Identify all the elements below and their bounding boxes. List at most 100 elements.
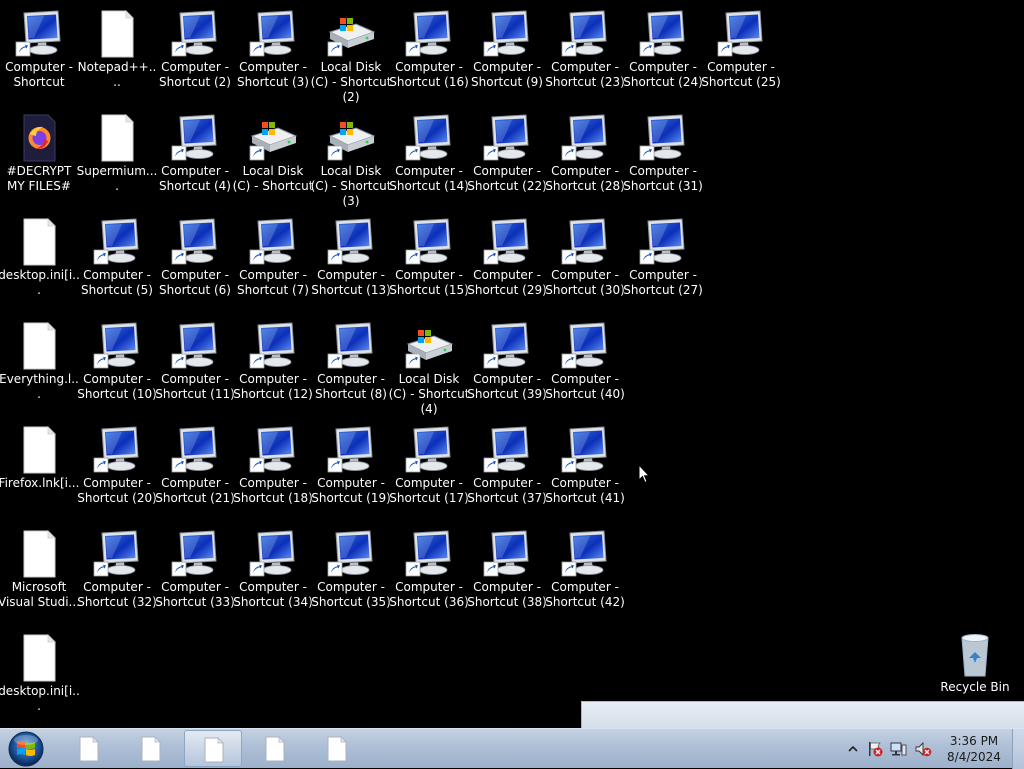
desktop-icon-desktop-ini-i[interactable]: desktop.ini[i...	[0, 634, 80, 734]
desktop-icon-computer-shortcut-20[interactable]: Computer - Shortcut (20)	[77, 426, 157, 526]
blank-file-icon	[14, 426, 64, 474]
desktop-icon-computer-shortcut-29[interactable]: Computer - Shortcut (29)	[467, 218, 547, 318]
desktop-icon-computer-shortcut-8[interactable]: Computer - Shortcut (8)	[312, 322, 390, 422]
desktop-icon-decrypt-my-files[interactable]: #DECRYPT MY FILES#	[0, 114, 78, 214]
document-icon	[139, 736, 163, 762]
desktop-icon-computer-shortcut-4[interactable]: Computer - Shortcut (4)	[156, 114, 234, 214]
start-button[interactable]	[6, 730, 46, 768]
desktop-icon-computer-shortcut-10[interactable]: Computer - Shortcut (10)	[77, 322, 157, 422]
desktop-icon-computer-shortcut-22[interactable]: Computer - Shortcut (22)	[467, 114, 547, 214]
desktop-icon-local-disk-c-shortcut-2[interactable]: Local Disk (C) - Shortcut (2)	[310, 10, 392, 110]
desktop-icon-computer-shortcut-11[interactable]: Computer - Shortcut (11)	[155, 322, 235, 422]
desktop-icon-computer-shortcut-31[interactable]: Computer - Shortcut (31)	[623, 114, 703, 214]
desktop-icon-computer-shortcut[interactable]: Computer - Shortcut	[0, 10, 78, 110]
desktop-icon-label: Local Disk (C) - Shortcut	[232, 164, 314, 193]
desktop-icon-label: Local Disk (C) - Shortcut (2)	[310, 60, 392, 104]
desktop-icon-label: Computer - Shortcut (24)	[623, 60, 703, 89]
desktop-icon-computer-shortcut-23[interactable]: Computer - Shortcut (23)	[545, 10, 625, 110]
taskbar-button-2[interactable]	[122, 730, 180, 767]
show-desktop-button[interactable]	[1012, 729, 1024, 769]
desktop-icon-computer-shortcut-19[interactable]: Computer - Shortcut (19)	[311, 426, 391, 526]
action-center-flag-error-icon[interactable]	[866, 740, 884, 758]
firefox-document-icon	[14, 114, 64, 162]
recycle-bin-icon	[950, 630, 1000, 678]
desktop-icon-firefox-lnk-i[interactable]: Firefox.lnk[i...	[0, 426, 79, 526]
computer-shortcut-icon	[170, 322, 220, 370]
desktop-icon-label: Computer - Shortcut (6)	[159, 268, 231, 297]
desktop-icon-supermium[interactable]: Supermium....	[76, 114, 158, 214]
taskbar-button-4[interactable]	[246, 730, 304, 767]
computer-shortcut-icon	[482, 426, 532, 474]
computer-shortcut-icon	[560, 426, 610, 474]
taskbar-button-5[interactable]	[308, 730, 366, 767]
desktop-icon-computer-shortcut-27[interactable]: Computer - Shortcut (27)	[623, 218, 703, 318]
desktop-icon-computer-shortcut-18[interactable]: Computer - Shortcut (18)	[233, 426, 313, 526]
computer-shortcut-icon	[326, 218, 376, 266]
computer-shortcut-icon	[170, 10, 220, 58]
desktop-icon-desktop-ini-i[interactable]: desktop.ini[i...	[0, 218, 80, 318]
computer-shortcut-icon	[482, 322, 532, 370]
desktop-icon-computer-shortcut-7[interactable]: Computer - Shortcut (7)	[234, 218, 312, 318]
desktop-icon-local-disk-c-shortcut-4[interactable]: Local Disk (C) - Shortcut (4)	[389, 322, 469, 422]
desktop-icon-computer-shortcut-9[interactable]: Computer - Shortcut (9)	[468, 10, 546, 110]
taskbar-clock[interactable]: 3:36 PM 8/4/2024	[940, 733, 1008, 765]
desktop-icon-computer-shortcut-34[interactable]: Computer - Shortcut (34)	[233, 530, 313, 630]
taskbar-button-3[interactable]	[184, 730, 242, 767]
desktop-icon-computer-shortcut-3[interactable]: Computer - Shortcut (3)	[234, 10, 312, 110]
desktop-icon-computer-shortcut-40[interactable]: Computer - Shortcut (40)	[545, 322, 625, 422]
network-error-icon[interactable]	[890, 740, 908, 758]
desktop-icon-computer-shortcut-12[interactable]: Computer - Shortcut (12)	[233, 322, 313, 422]
desktop-icon-local-disk-c-shortcut[interactable]: Local Disk (C) - Shortcut	[232, 114, 314, 214]
desktop-icon-computer-shortcut-16[interactable]: Computer - Shortcut (16)	[389, 10, 469, 110]
computer-shortcut-icon	[170, 218, 220, 266]
desktop-icon-computer-shortcut-13[interactable]: Computer - Shortcut (13)	[311, 218, 391, 318]
desktop-icon-notepad[interactable]: Notepad++....	[78, 10, 156, 110]
desktop-icon-computer-shortcut-14[interactable]: Computer - Shortcut (14)	[389, 114, 469, 214]
desktop-icon-computer-shortcut-41[interactable]: Computer - Shortcut (41)	[545, 426, 625, 526]
desktop-icon-computer-shortcut-5[interactable]: Computer - Shortcut (5)	[78, 218, 156, 318]
show-hidden-icons-chevron-icon[interactable]	[844, 740, 862, 758]
desktop-icon-label: Computer - Shortcut (17)	[389, 476, 469, 505]
desktop-icon-label: Supermium....	[76, 164, 158, 193]
desktop-icon-computer-shortcut-15[interactable]: Computer - Shortcut (15)	[389, 218, 469, 318]
desktop: Computer - Shortcut #DECRYPT MY FILES# d…	[0, 0, 1024, 728]
desktop-icon-computer-shortcut-17[interactable]: Computer - Shortcut (17)	[389, 426, 469, 526]
desktop-icon-computer-shortcut-2[interactable]: Computer - Shortcut (2)	[156, 10, 234, 110]
desktop-icon-computer-shortcut-35[interactable]: Computer - Shortcut (35)	[311, 530, 391, 630]
desktop-icon-computer-shortcut-28[interactable]: Computer - Shortcut (28)	[545, 114, 625, 214]
desktop-icon-label: Computer - Shortcut (4)	[159, 164, 231, 193]
mouse-pointer-icon	[638, 464, 650, 484]
desktop-icon-computer-shortcut-21[interactable]: Computer - Shortcut (21)	[155, 426, 235, 526]
desktop-icon-computer-shortcut-36[interactable]: Computer - Shortcut (36)	[389, 530, 469, 630]
desktop-icon-local-disk-c-shortcut-3[interactable]: Local Disk (C) - Shortcut (3)	[311, 114, 391, 214]
desktop-icon-label: Computer - Shortcut (2)	[159, 60, 231, 89]
blank-file-icon	[14, 322, 64, 370]
desktop-icon-computer-shortcut-24[interactable]: Computer - Shortcut (24)	[623, 10, 703, 110]
desktop-icon-label: Computer - Shortcut (25)	[701, 60, 781, 89]
desktop-icon-label: Computer - Shortcut (13)	[311, 268, 391, 297]
desktop-icon-computer-shortcut-33[interactable]: Computer - Shortcut (33)	[155, 530, 235, 630]
desktop-icon-microsoft-visual-studi[interactable]: Microsoft Visual Studi...	[0, 530, 80, 630]
computer-shortcut-icon	[92, 530, 142, 578]
desktop-icon-everything-l[interactable]: Everything.l...	[0, 322, 79, 422]
computer-shortcut-icon	[92, 322, 142, 370]
desktop-icon-computer-shortcut-30[interactable]: Computer - Shortcut (30)	[545, 218, 625, 318]
taskbar-button-1[interactable]	[60, 730, 118, 767]
desktop-icon-computer-shortcut-39[interactable]: Computer - Shortcut (39)	[467, 322, 547, 422]
desktop-icon-label: Computer - Shortcut (28)	[545, 164, 625, 193]
computer-shortcut-icon	[560, 10, 610, 58]
desktop-icon-computer-shortcut-37[interactable]: Computer - Shortcut (37)	[467, 426, 547, 526]
desktop-icon-computer-shortcut-38[interactable]: Computer - Shortcut (38)	[467, 530, 547, 630]
desktop-icon-label: Computer - Shortcut (38)	[467, 580, 547, 609]
desktop-icon-computer-shortcut-32[interactable]: Computer - Shortcut (32)	[77, 530, 157, 630]
volume-muted-icon[interactable]	[914, 740, 932, 758]
desktop-icon-computer-shortcut-42[interactable]: Computer - Shortcut (42)	[545, 530, 625, 630]
computer-shortcut-icon	[248, 10, 298, 58]
desktop-icon-label: Recycle Bin	[940, 680, 1010, 694]
desktop-icon-computer-shortcut-25[interactable]: Computer - Shortcut (25)	[701, 10, 781, 110]
desktop-icon-label: Computer - Shortcut (29)	[467, 268, 547, 297]
desktop-icon-computer-shortcut-6[interactable]: Computer - Shortcut (6)	[156, 218, 234, 318]
desktop-icon-label: Computer - Shortcut (20)	[77, 476, 157, 505]
desktop-icon-label: Computer - Shortcut (30)	[545, 268, 625, 297]
computer-shortcut-icon	[560, 114, 610, 162]
